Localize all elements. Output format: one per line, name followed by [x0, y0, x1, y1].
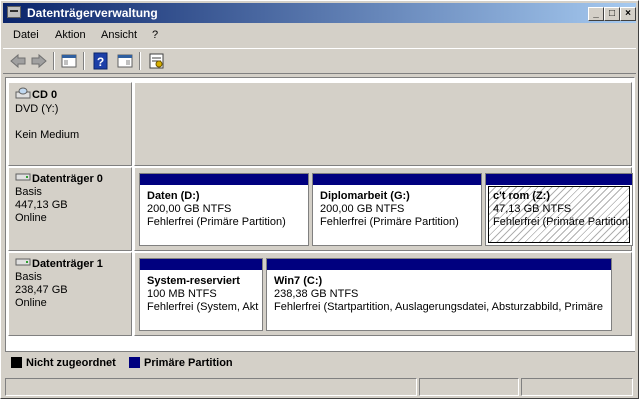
status-pane-3 [521, 378, 633, 396]
menu-aktion[interactable]: Aktion [55, 29, 86, 41]
toolbar: ? [3, 48, 636, 74]
console-tree-icon[interactable] [59, 52, 79, 70]
legend-primary-label: Primäre Partition [144, 357, 233, 369]
partition-name: Daten (D:) [147, 190, 200, 202]
properties-icon[interactable] [147, 52, 167, 70]
disk-status: Online [15, 297, 47, 309]
legend-unallocated-label: Nicht zugeordnet [26, 357, 116, 369]
partition-name: System-reserviert [147, 275, 240, 287]
disk-view: CD 0 DVD (Y:) Kein Medium Datenträger 0 … [5, 77, 635, 373]
disk-size: 447,13 GB [15, 199, 68, 211]
disk-label-cd0[interactable]: CD 0 DVD (Y:) Kein Medium [8, 82, 132, 166]
status-pane-main [5, 378, 417, 396]
disk-area-0: Daten (D:) 200,00 GB NTFS Fehlerfrei (Pr… [134, 167, 633, 251]
partition-name: Diplomarbeit (G:) [320, 190, 410, 202]
disk-type: Basis [15, 186, 42, 198]
help-icon[interactable]: ? [91, 52, 111, 70]
primary-partition-bar [140, 174, 308, 185]
partition-size: 238,38 GB NTFS [274, 288, 359, 300]
disk-label-0[interactable]: Datenträger 0 Basis 447,13 GB Online [8, 167, 132, 251]
toolbar-separator [139, 52, 141, 70]
disk-row-cd0: CD 0 DVD (Y:) Kein Medium [8, 82, 632, 166]
partition-win7[interactable]: Win7 (C:) 238,38 GB NTFS Fehlerfrei (Sta… [266, 258, 612, 331]
menu-help[interactable]: ? [152, 29, 158, 41]
action-pane-icon[interactable] [115, 52, 135, 70]
svg-text:?: ? [97, 55, 104, 69]
disk-name: CD 0 [32, 88, 58, 101]
partition-status: Fehlerfrei (Primäre Partition) [493, 216, 630, 228]
main-window: Datenträgerverwaltung _ □ × Datei Aktion… [0, 0, 639, 399]
forward-arrow-icon[interactable] [29, 52, 49, 70]
partition-ctrom[interactable]: c't rom (Z:) 47,13 GB NTFS Fehlerfrei (P… [485, 173, 633, 246]
status-bar [3, 378, 636, 396]
disk-name: Datenträger 1 [32, 257, 103, 270]
disk-status: Online [15, 212, 47, 224]
partition-size: 200,00 GB NTFS [320, 203, 405, 215]
disk-name: Datenträger 0 [32, 172, 103, 185]
toolbar-separator [83, 52, 85, 70]
partition-daten[interactable]: Daten (D:) 200,00 GB NTFS Fehlerfrei (Pr… [139, 173, 309, 246]
cd-drive-icon [15, 87, 31, 103]
legend-primary-swatch [129, 357, 140, 368]
close-button[interactable]: × [620, 7, 636, 21]
window-title: Datenträgerverwaltung [27, 6, 158, 20]
status-pane-2 [419, 378, 519, 396]
hard-disk-icon [15, 172, 31, 186]
partition-status: Fehlerfrei (Primäre Partition) [147, 216, 286, 228]
primary-partition-bar [313, 174, 481, 185]
back-arrow-icon[interactable] [8, 52, 28, 70]
legend-unallocated-swatch [11, 357, 22, 368]
toolbar-separator [53, 52, 55, 70]
disk-row-1: Datenträger 1 Basis 238,47 GB Online Sys… [8, 252, 632, 336]
disk-label-1[interactable]: Datenträger 1 Basis 238,47 GB Online [8, 252, 132, 336]
partition-size: 47,13 GB NTFS [493, 203, 572, 215]
title-bar[interactable]: Datenträgerverwaltung _ □ × [3, 3, 636, 23]
primary-partition-bar [140, 259, 262, 270]
partition-status: Fehlerfrei (Primäre Partition) [320, 216, 459, 228]
partition-status: Fehlerfrei (System, Akti [147, 301, 260, 313]
partition-diplomarbeit[interactable]: Diplomarbeit (G:) 200,00 GB NTFS Fehlerf… [312, 173, 482, 246]
disk-row-0: Datenträger 0 Basis 447,13 GB Online Dat… [8, 167, 633, 251]
disk-area-1: System-reserviert 100 MB NTFS Fehlerfrei… [134, 252, 632, 336]
menu-bar: Datei Aktion Ansicht ? [3, 25, 636, 47]
partition-system-reserviert[interactable]: System-reserviert 100 MB NTFS Fehlerfrei… [139, 258, 263, 331]
minimize-button[interactable]: _ [588, 7, 604, 21]
primary-partition-bar [486, 174, 632, 185]
legend: Nicht zugeordnet Primäre Partition [5, 351, 635, 373]
menu-datei[interactable]: Datei [13, 29, 39, 41]
partition-size: 200,00 GB NTFS [147, 203, 232, 215]
disk-status: Kein Medium [15, 129, 80, 141]
partition-name: Win7 (C:) [274, 275, 323, 287]
maximize-button[interactable]: □ [604, 7, 620, 21]
partition-size: 100 MB NTFS [147, 288, 217, 300]
partition-name: c't rom (Z:) [493, 190, 550, 202]
primary-partition-bar [267, 259, 611, 270]
disk-area-cd0 [134, 82, 632, 166]
disk-type: DVD (Y:) [15, 103, 59, 115]
hard-disk-icon [15, 257, 31, 271]
disk-management-icon [7, 6, 21, 18]
partition-status: Fehlerfrei (Startpartition, Auslagerungs… [274, 301, 603, 313]
menu-ansicht[interactable]: Ansicht [101, 29, 137, 41]
disk-size: 238,47 GB [15, 284, 68, 296]
disk-type: Basis [15, 271, 42, 283]
